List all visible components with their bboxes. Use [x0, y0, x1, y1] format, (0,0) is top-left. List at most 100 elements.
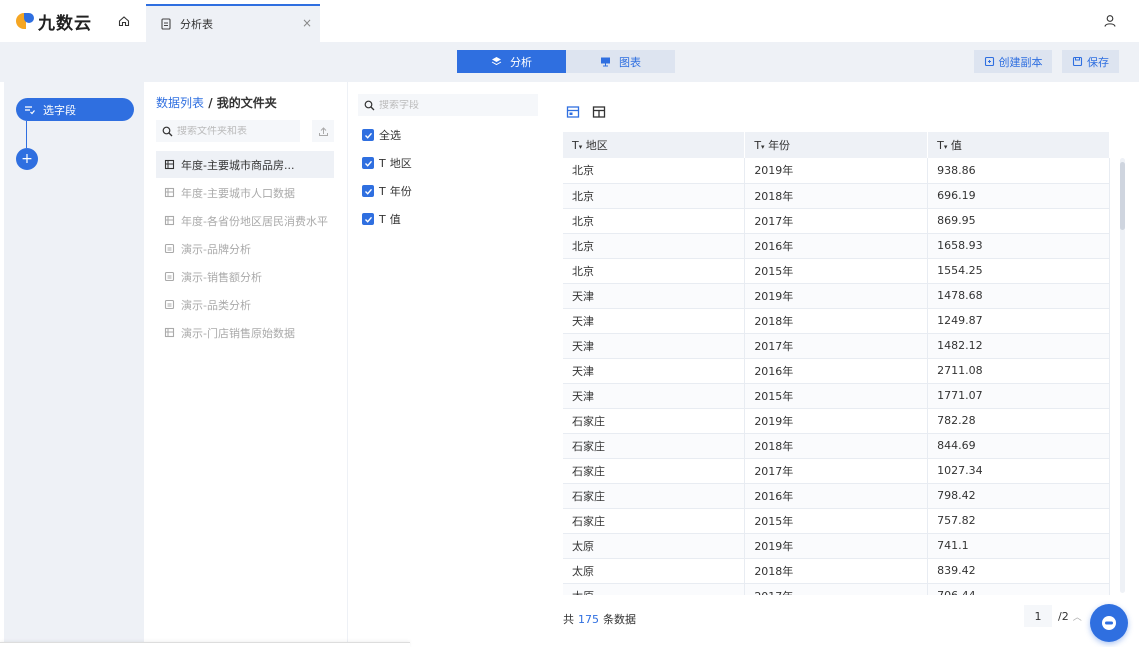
chat-icon — [1102, 616, 1116, 630]
table-cell[interactable]: 1249.87 — [927, 308, 1110, 334]
table-cell[interactable]: 2016年 — [744, 233, 929, 259]
table-cell[interactable]: 1771.07 — [927, 383, 1110, 409]
page-input[interactable]: 1 — [1024, 605, 1052, 627]
table-cell[interactable]: 869.95 — [927, 208, 1110, 234]
table-cell[interactable]: 天津 — [563, 283, 746, 309]
file-item[interactable]: 演示-品牌分析 — [156, 235, 334, 262]
chevron-up-icon[interactable]: ︿ — [1073, 610, 1082, 623]
table-cell[interactable]: 2019年 — [744, 283, 929, 309]
table-cell[interactable]: 2017年 — [744, 333, 929, 359]
table-cell[interactable]: 1482.12 — [927, 333, 1110, 359]
table-cell[interactable]: 北京 — [563, 208, 746, 234]
chat-support-button[interactable] — [1090, 604, 1128, 642]
table-cell[interactable]: 757.82 — [927, 508, 1110, 534]
table-file-icon — [164, 159, 175, 170]
table-cell[interactable]: 石家庄 — [563, 483, 746, 509]
table-cell[interactable]: 2018年 — [744, 308, 929, 334]
table-cell[interactable]: 2019年 — [744, 533, 929, 559]
file-item[interactable]: 演示-品类分析 — [156, 291, 334, 318]
step-select-fields[interactable]: 选字段 — [16, 98, 134, 121]
field-checkbox-value[interactable]: T 值 — [362, 211, 401, 227]
table-cell[interactable]: 2016年 — [744, 483, 929, 509]
layers-icon — [491, 57, 502, 66]
select-all-label: 全选 — [379, 129, 401, 142]
table-cell[interactable]: 798.42 — [927, 483, 1110, 509]
field-panel: 全选 T 地区 T 年份 T 值 — [348, 82, 550, 642]
table-cell[interactable]: 2015年 — [744, 508, 929, 534]
create-copy-button[interactable]: 创建副本 — [974, 50, 1052, 73]
add-step-button[interactable]: + — [16, 148, 38, 170]
user-icon[interactable] — [1103, 14, 1117, 28]
data-preview-panel: T▾ 地区 T▾ 年份 T▾ 值 北京 2019年 938.86 北京 2018年 69… — [550, 82, 1139, 647]
column-header[interactable]: T▾ 年份 — [744, 132, 929, 158]
table-cell[interactable]: 天津 — [563, 383, 746, 409]
table-cell[interactable]: 2015年 — [744, 383, 929, 409]
table-cell[interactable]: 1478.68 — [927, 283, 1110, 309]
table-cell[interactable]: 北京 — [563, 158, 746, 184]
select-all-checkbox[interactable]: 全选 — [362, 127, 401, 143]
table-cell[interactable]: 太原 — [563, 583, 746, 595]
field-checkbox-region[interactable]: T 地区 — [362, 155, 412, 171]
table-cell[interactable]: 2015年 — [744, 258, 929, 284]
table-cell[interactable]: 938.86 — [927, 158, 1110, 184]
file-item[interactable]: 演示-门店销售原始数据 — [156, 319, 334, 346]
checkbox-checked-icon — [362, 129, 374, 141]
table-cell[interactable]: 2017年 — [744, 458, 929, 484]
table-cell[interactable]: 844.69 — [927, 433, 1110, 459]
table-cell[interactable]: 2711.08 — [927, 358, 1110, 384]
column-header[interactable]: T▾ 值 — [927, 132, 1110, 158]
table-row: 北京 2017年 869.95 — [563, 208, 1110, 234]
table-cell[interactable]: 1554.25 — [927, 258, 1110, 284]
vertical-scrollbar[interactable] — [1120, 158, 1125, 593]
table-cell[interactable]: 2018年 — [744, 558, 929, 584]
table-cell[interactable]: 天津 — [563, 333, 746, 359]
tab-analysis[interactable]: 分析表 × — [146, 4, 320, 42]
table-cell[interactable]: 北京 — [563, 233, 746, 259]
table-cell[interactable]: 1027.34 — [927, 458, 1110, 484]
home-icon[interactable] — [116, 13, 132, 29]
table-cell[interactable]: 太原 — [563, 558, 746, 584]
table-row: 石家庄 2017年 1027.34 — [563, 458, 1110, 484]
column-header[interactable]: T▾ 地区 — [563, 132, 746, 158]
app-logo[interactable]: 九数云 — [16, 9, 106, 34]
file-item[interactable]: 年度-主要城市人口数据 — [156, 179, 334, 206]
table-cell[interactable]: 839.42 — [927, 558, 1110, 584]
table-view-icon[interactable] — [566, 105, 580, 119]
save-button[interactable]: 保存 — [1062, 50, 1119, 73]
mode-analysis-button[interactable]: 分析 — [457, 50, 566, 73]
table-cell[interactable]: 2019年 — [744, 408, 929, 434]
file-item[interactable]: 年度-各省份地区居民消费水平 — [156, 207, 334, 234]
table-cell[interactable]: 706.44 — [927, 583, 1110, 595]
table-cell[interactable]: 天津 — [563, 358, 746, 384]
table-cell[interactable]: 石家庄 — [563, 458, 746, 484]
field-checkbox-year[interactable]: T 年份 — [362, 183, 412, 199]
table-cell[interactable]: 北京 — [563, 183, 746, 209]
field-search-input[interactable] — [379, 99, 529, 111]
table-cell[interactable]: 2018年 — [744, 433, 929, 459]
file-item[interactable]: 年度-主要城市商品房... — [156, 151, 334, 178]
table-cell[interactable]: 太原 — [563, 533, 746, 559]
close-icon[interactable]: × — [302, 16, 312, 30]
file-item[interactable]: 演示-销售额分析 — [156, 263, 334, 290]
table-cell[interactable]: 2018年 — [744, 183, 929, 209]
table-cell[interactable]: 2017年 — [744, 583, 929, 595]
table-cell[interactable]: 石家庄 — [563, 408, 746, 434]
layout-view-icon[interactable] — [592, 105, 606, 119]
table-cell[interactable]: 2019年 — [744, 158, 929, 184]
file-search-input[interactable] — [177, 125, 297, 137]
table-cell[interactable]: 天津 — [563, 308, 746, 334]
table-cell[interactable]: 北京 — [563, 258, 746, 284]
upload-button[interactable] — [312, 120, 334, 142]
table-cell[interactable]: 1658.93 — [927, 233, 1110, 259]
table-cell[interactable]: 2017年 — [744, 208, 929, 234]
scrollbar-thumb[interactable] — [1120, 162, 1125, 230]
table-cell[interactable]: 2016年 — [744, 358, 929, 384]
breadcrumb-root[interactable]: 数据列表 — [156, 96, 204, 110]
mode-chart-button[interactable]: 图表 — [566, 50, 675, 73]
table-cell[interactable]: 石家庄 — [563, 508, 746, 534]
table-cell[interactable]: 741.1 — [927, 533, 1110, 559]
table-cell[interactable]: 782.28 — [927, 408, 1110, 434]
table-cell[interactable]: 696.19 — [927, 183, 1110, 209]
page-total: /2 — [1058, 609, 1069, 623]
table-cell[interactable]: 石家庄 — [563, 433, 746, 459]
